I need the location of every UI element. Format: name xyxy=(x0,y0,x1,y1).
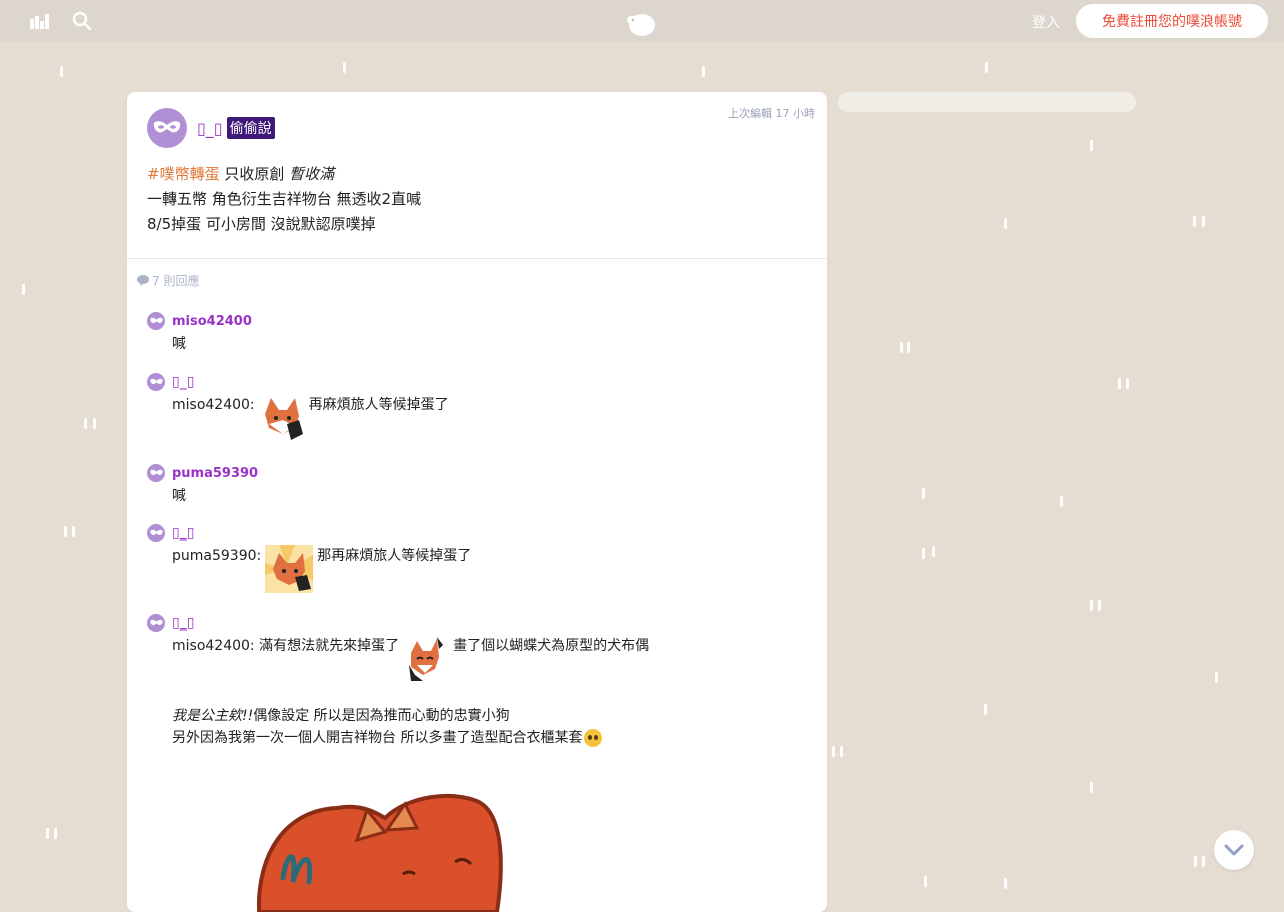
avatar[interactable] xyxy=(147,108,187,148)
response-author[interactable]: ▯_▯ xyxy=(172,374,194,390)
scroll-down-button[interactable] xyxy=(1214,830,1254,870)
response-italic: 我是公主欸!! xyxy=(172,708,254,724)
response-reply-to: miso42400: xyxy=(172,397,255,413)
response-item: ▯_▯ puma59390: 那再麻煩旅人等候掉蛋了 xyxy=(147,524,471,593)
post-line2: 一轉五幣 角色衍生吉祥物台 無透收2直喊 xyxy=(147,190,422,208)
bar-chart-icon[interactable] xyxy=(30,11,50,29)
chevron-down-icon xyxy=(1224,844,1244,856)
fox-sticker-icon xyxy=(409,637,444,681)
response-item: ▯_▯ miso42400: 滿有想法就先來掉蛋了 畫了個以蝴蝶犬為原型的犬布偶… xyxy=(147,614,649,749)
mask-icon xyxy=(149,529,163,536)
response-text: 喊 xyxy=(172,488,186,504)
edited-time: 上次編輯 17 小時 xyxy=(728,107,815,120)
mask-icon xyxy=(153,121,181,133)
response-author[interactable]: miso42400 xyxy=(172,314,252,329)
post-author[interactable]: ▯_▯ xyxy=(197,119,223,138)
search-icon[interactable] xyxy=(72,11,92,31)
mask-icon xyxy=(149,469,163,476)
mascot-illustration xyxy=(257,793,503,912)
mask-icon xyxy=(149,378,163,385)
divider xyxy=(127,258,827,259)
response-author[interactable]: puma59390 xyxy=(172,466,258,481)
post-content: #噗幣轉蛋 只收原創 暫收滿 一轉五幣 角色衍生吉祥物台 無透收2直喊 8/5掉… xyxy=(147,162,421,237)
mask-icon xyxy=(149,619,163,626)
response-item: puma59390 喊 xyxy=(147,464,258,507)
post-line1-italic: 暫收滿 xyxy=(289,165,335,183)
plurk-logo-icon[interactable] xyxy=(624,10,658,38)
post-header: ▯_▯ 偷偷說 xyxy=(147,108,275,148)
response-author[interactable]: ▯_▯ xyxy=(172,615,194,631)
comment-icon xyxy=(137,275,149,286)
response-text: 再麻煩旅人等候掉蛋了 xyxy=(308,397,449,413)
response-text: 那再麻煩旅人等候掉蛋了 xyxy=(317,548,472,564)
avatar[interactable] xyxy=(147,464,165,482)
response-author[interactable]: ▯_▯ xyxy=(172,525,194,541)
response-count[interactable]: 7 則回應 xyxy=(137,272,199,289)
mask-icon xyxy=(149,317,163,324)
avatar[interactable] xyxy=(147,373,165,391)
fox-sticker-icon xyxy=(264,398,303,440)
response-item: miso42400 喊 xyxy=(147,312,252,355)
hashtag-link[interactable]: #噗幣轉蛋 xyxy=(147,165,220,183)
post-line1-text: 只收原創 xyxy=(219,165,290,183)
response-line3: 另外因為我第一次一個人開吉祥物台 所以多畫了造型配合衣櫃某套 xyxy=(172,730,583,746)
post-line3: 8/5掉蛋 可小房間 沒說默認原噗掉 xyxy=(147,215,376,233)
pleading-face-icon xyxy=(584,729,603,747)
anonymous-badge: 偷偷說 xyxy=(226,117,275,139)
response-text: 畫了個以蝴蝶犬為原型的犬布偶 xyxy=(453,638,650,654)
response-count-label: 7 則回應 xyxy=(152,274,200,288)
signup-button[interactable]: 免費註冊您的噗浪帳號 xyxy=(1076,4,1268,38)
sidebar-placeholder xyxy=(838,92,1136,112)
plurk-card: ▯_▯ 偷偷說 上次編輯 17 小時 #噗幣轉蛋 只收原創 暫收滿 一轉五幣 角… xyxy=(127,92,827,912)
response-line2: 偶像設定 所以是因為推而心動的忠實小狗 xyxy=(253,708,510,724)
avatar[interactable] xyxy=(147,614,165,632)
avatar[interactable] xyxy=(147,524,165,542)
response-reply-to: miso42400: 滿有想法就先來掉蛋了 xyxy=(172,638,400,654)
fox-sticker-icon xyxy=(265,545,314,593)
response-reply-to: puma59390: xyxy=(172,548,262,564)
response-text: 喊 xyxy=(172,336,186,352)
login-link[interactable]: 登入 xyxy=(1032,12,1060,32)
avatar[interactable] xyxy=(147,312,165,330)
response-item: ▯_▯ miso42400: 再麻煩旅人等候掉蛋了 xyxy=(147,373,449,442)
top-bar: 登入 免費註冊您的噗浪帳號 xyxy=(0,0,1284,42)
